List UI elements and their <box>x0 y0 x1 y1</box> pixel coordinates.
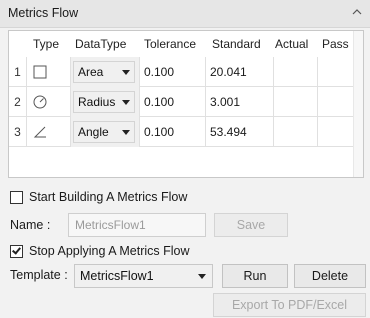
metrics-table: Type DataType Tolerance Standard Actual … <box>8 30 364 178</box>
template-dropdown[interactable]: MetricsFlow1 <box>74 264 213 288</box>
column-header-datatype[interactable]: DataType <box>75 31 126 57</box>
datatype-value: Radius <box>78 95 116 109</box>
type-cell[interactable] <box>27 117 71 147</box>
tolerance-cell[interactable]: 0.100 <box>140 87 206 117</box>
checkmark-icon <box>12 245 21 255</box>
angle-icon <box>32 124 48 140</box>
run-button[interactable]: Run <box>222 264 288 288</box>
pass-cell[interactable] <box>318 57 355 87</box>
type-cell[interactable] <box>27 57 71 87</box>
stop-applying-label: Stop Applying A Metrics Flow <box>29 244 190 258</box>
dropdown-arrow-icon <box>122 130 130 135</box>
table-row[interactable]: 1 Area 0.100 20.041 <box>9 57 355 87</box>
panel-titlebar: Metrics Flow <box>0 0 370 28</box>
datatype-dropdown[interactable]: Radius <box>73 91 135 113</box>
export-button[interactable]: Export To PDF/Excel <box>213 293 366 317</box>
datatype-value: Angle <box>78 125 109 139</box>
checkbox-box[interactable] <box>10 245 23 258</box>
name-field[interactable]: MetricsFlow1 <box>68 213 206 237</box>
dropdown-arrow-icon <box>198 274 206 279</box>
column-header-tolerance[interactable]: Tolerance <box>144 31 196 57</box>
standard-cell[interactable]: 3.001 <box>206 87 274 117</box>
template-label: Template : <box>10 268 68 282</box>
actual-cell[interactable] <box>274 87 318 117</box>
table-scrollbar[interactable] <box>353 31 363 177</box>
standard-cell[interactable]: 20.041 <box>206 57 274 87</box>
table-row[interactable]: 2 Radius 0.100 3.001 <box>9 87 355 117</box>
column-header-actual[interactable]: Actual <box>275 31 308 57</box>
table-header-row: Type DataType Tolerance Standard Actual … <box>9 31 355 57</box>
type-cell[interactable] <box>27 87 71 117</box>
metrics-flow-panel: Metrics Flow Type DataType Tolerance Sta… <box>0 0 370 318</box>
column-header-pass[interactable]: Pass <box>322 31 349 57</box>
template-value: MetricsFlow1 <box>80 269 154 283</box>
name-label: Name : <box>10 218 51 232</box>
tolerance-cell[interactable]: 0.100 <box>140 117 206 147</box>
chevron-up-icon[interactable] <box>350 6 364 20</box>
table-row[interactable]: 3 Angle 0.100 53.494 <box>9 117 355 147</box>
standard-cell[interactable]: 53.494 <box>206 117 274 147</box>
tolerance-cell[interactable]: 0.100 <box>140 57 206 87</box>
datatype-dropdown[interactable]: Area <box>73 61 135 83</box>
start-building-label: Start Building A Metrics Flow <box>29 190 188 204</box>
column-header-type[interactable]: Type <box>33 31 59 57</box>
pass-cell[interactable] <box>318 117 355 147</box>
column-header-standard[interactable]: Standard <box>212 31 261 57</box>
square-area-icon <box>32 64 48 80</box>
dropdown-arrow-icon <box>122 100 130 105</box>
circle-radius-icon <box>32 94 48 110</box>
row-number: 3 <box>9 117 27 147</box>
checkbox-box[interactable] <box>10 191 23 204</box>
datatype-cell[interactable]: Radius <box>71 87 140 117</box>
row-number: 1 <box>9 57 27 87</box>
datatype-dropdown[interactable]: Angle <box>73 121 135 143</box>
datatype-cell[interactable]: Area <box>71 57 140 87</box>
datatype-cell[interactable]: Angle <box>71 117 140 147</box>
delete-button[interactable]: Delete <box>294 264 366 288</box>
actual-cell[interactable] <box>274 117 318 147</box>
panel-title: Metrics Flow <box>8 6 79 20</box>
datatype-value: Area <box>78 65 104 79</box>
dropdown-arrow-icon <box>122 70 130 75</box>
actual-cell[interactable] <box>274 57 318 87</box>
save-button[interactable]: Save <box>214 213 288 237</box>
row-number: 2 <box>9 87 27 117</box>
pass-cell[interactable] <box>318 87 355 117</box>
